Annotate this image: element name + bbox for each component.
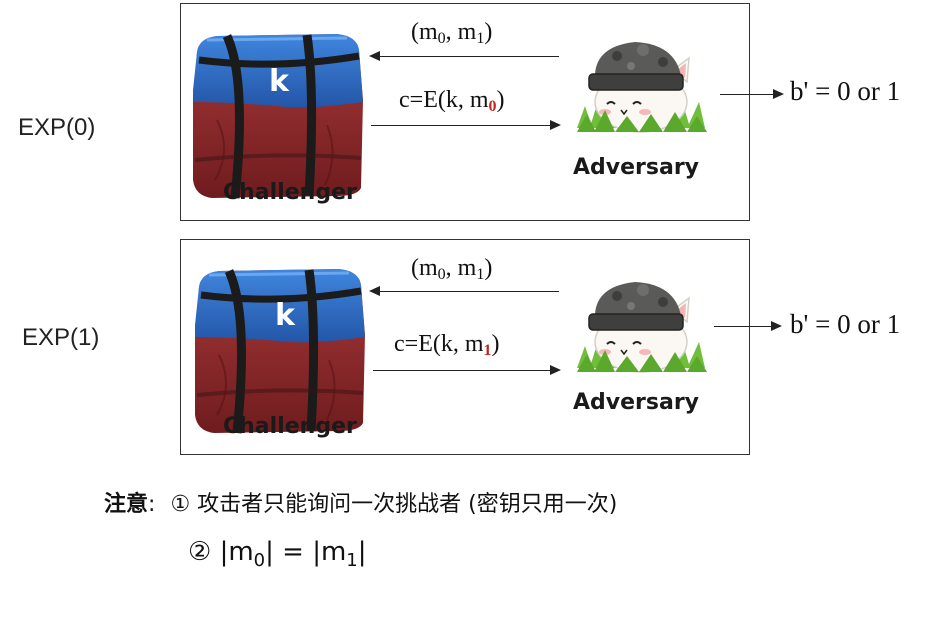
exp0-output-arrow — [720, 89, 784, 99]
note-item-1: ① 攻击者只能询问一次挑战者 (密钥只用一次) — [170, 492, 618, 517]
exp0-ciphertext-message: c=E(k, m0) — [399, 87, 505, 115]
note-line-1: 注意: ① 攻击者只能询问一次挑战者 (密钥只用一次) — [104, 492, 618, 517]
exp1-challenger-label: Challenger — [223, 414, 357, 439]
exp0-ciphertext-arrow — [371, 120, 561, 130]
exp1-frame: k Challenger (m0, m1) c=E(k, m1) Adversa… — [180, 239, 750, 455]
exp1-challenge-bit: 1 — [483, 342, 492, 359]
exp1-output-arrow — [714, 321, 782, 331]
exp1-output: b' = 0 or 1 — [790, 309, 901, 339]
exp0-challenger-label: Challenger — [223, 180, 357, 205]
exp1-key-label: k — [275, 298, 295, 333]
exp1-supply-box-icon — [189, 265, 369, 437]
exp0-query-message: (m0, m1) — [411, 19, 493, 47]
exp0-frame: k Challenger (m0, m1) c=E(k, m0) Adversa… — [180, 3, 750, 221]
note-heading: 注意 — [104, 492, 149, 517]
exp0-adversary-cat-icon — [577, 41, 707, 133]
exp1-ciphertext-message: c=E(k, m1) — [394, 331, 500, 359]
exp0-query-arrow — [369, 51, 559, 61]
exp0-adversary-label: Adversary — [573, 155, 700, 180]
exp1-adversary-label: Adversary — [573, 390, 700, 415]
exp0-key-label: k — [269, 64, 289, 99]
exp1-adversary-cat-icon — [577, 281, 707, 373]
exp1-label: EXP(1) — [22, 324, 100, 351]
exp1-query-arrow — [369, 286, 559, 296]
exp0-challenge-bit: 0 — [488, 98, 497, 115]
exp1-query-message: (m0, m1) — [411, 255, 493, 283]
exp0-supply-box-icon — [187, 30, 367, 202]
note-item-2: ② |m0| = |m1| — [188, 537, 367, 572]
exp0-output: b' = 0 or 1 — [790, 76, 901, 106]
exp0-label: EXP(0) — [18, 114, 96, 141]
exp1-ciphertext-arrow — [373, 365, 561, 375]
